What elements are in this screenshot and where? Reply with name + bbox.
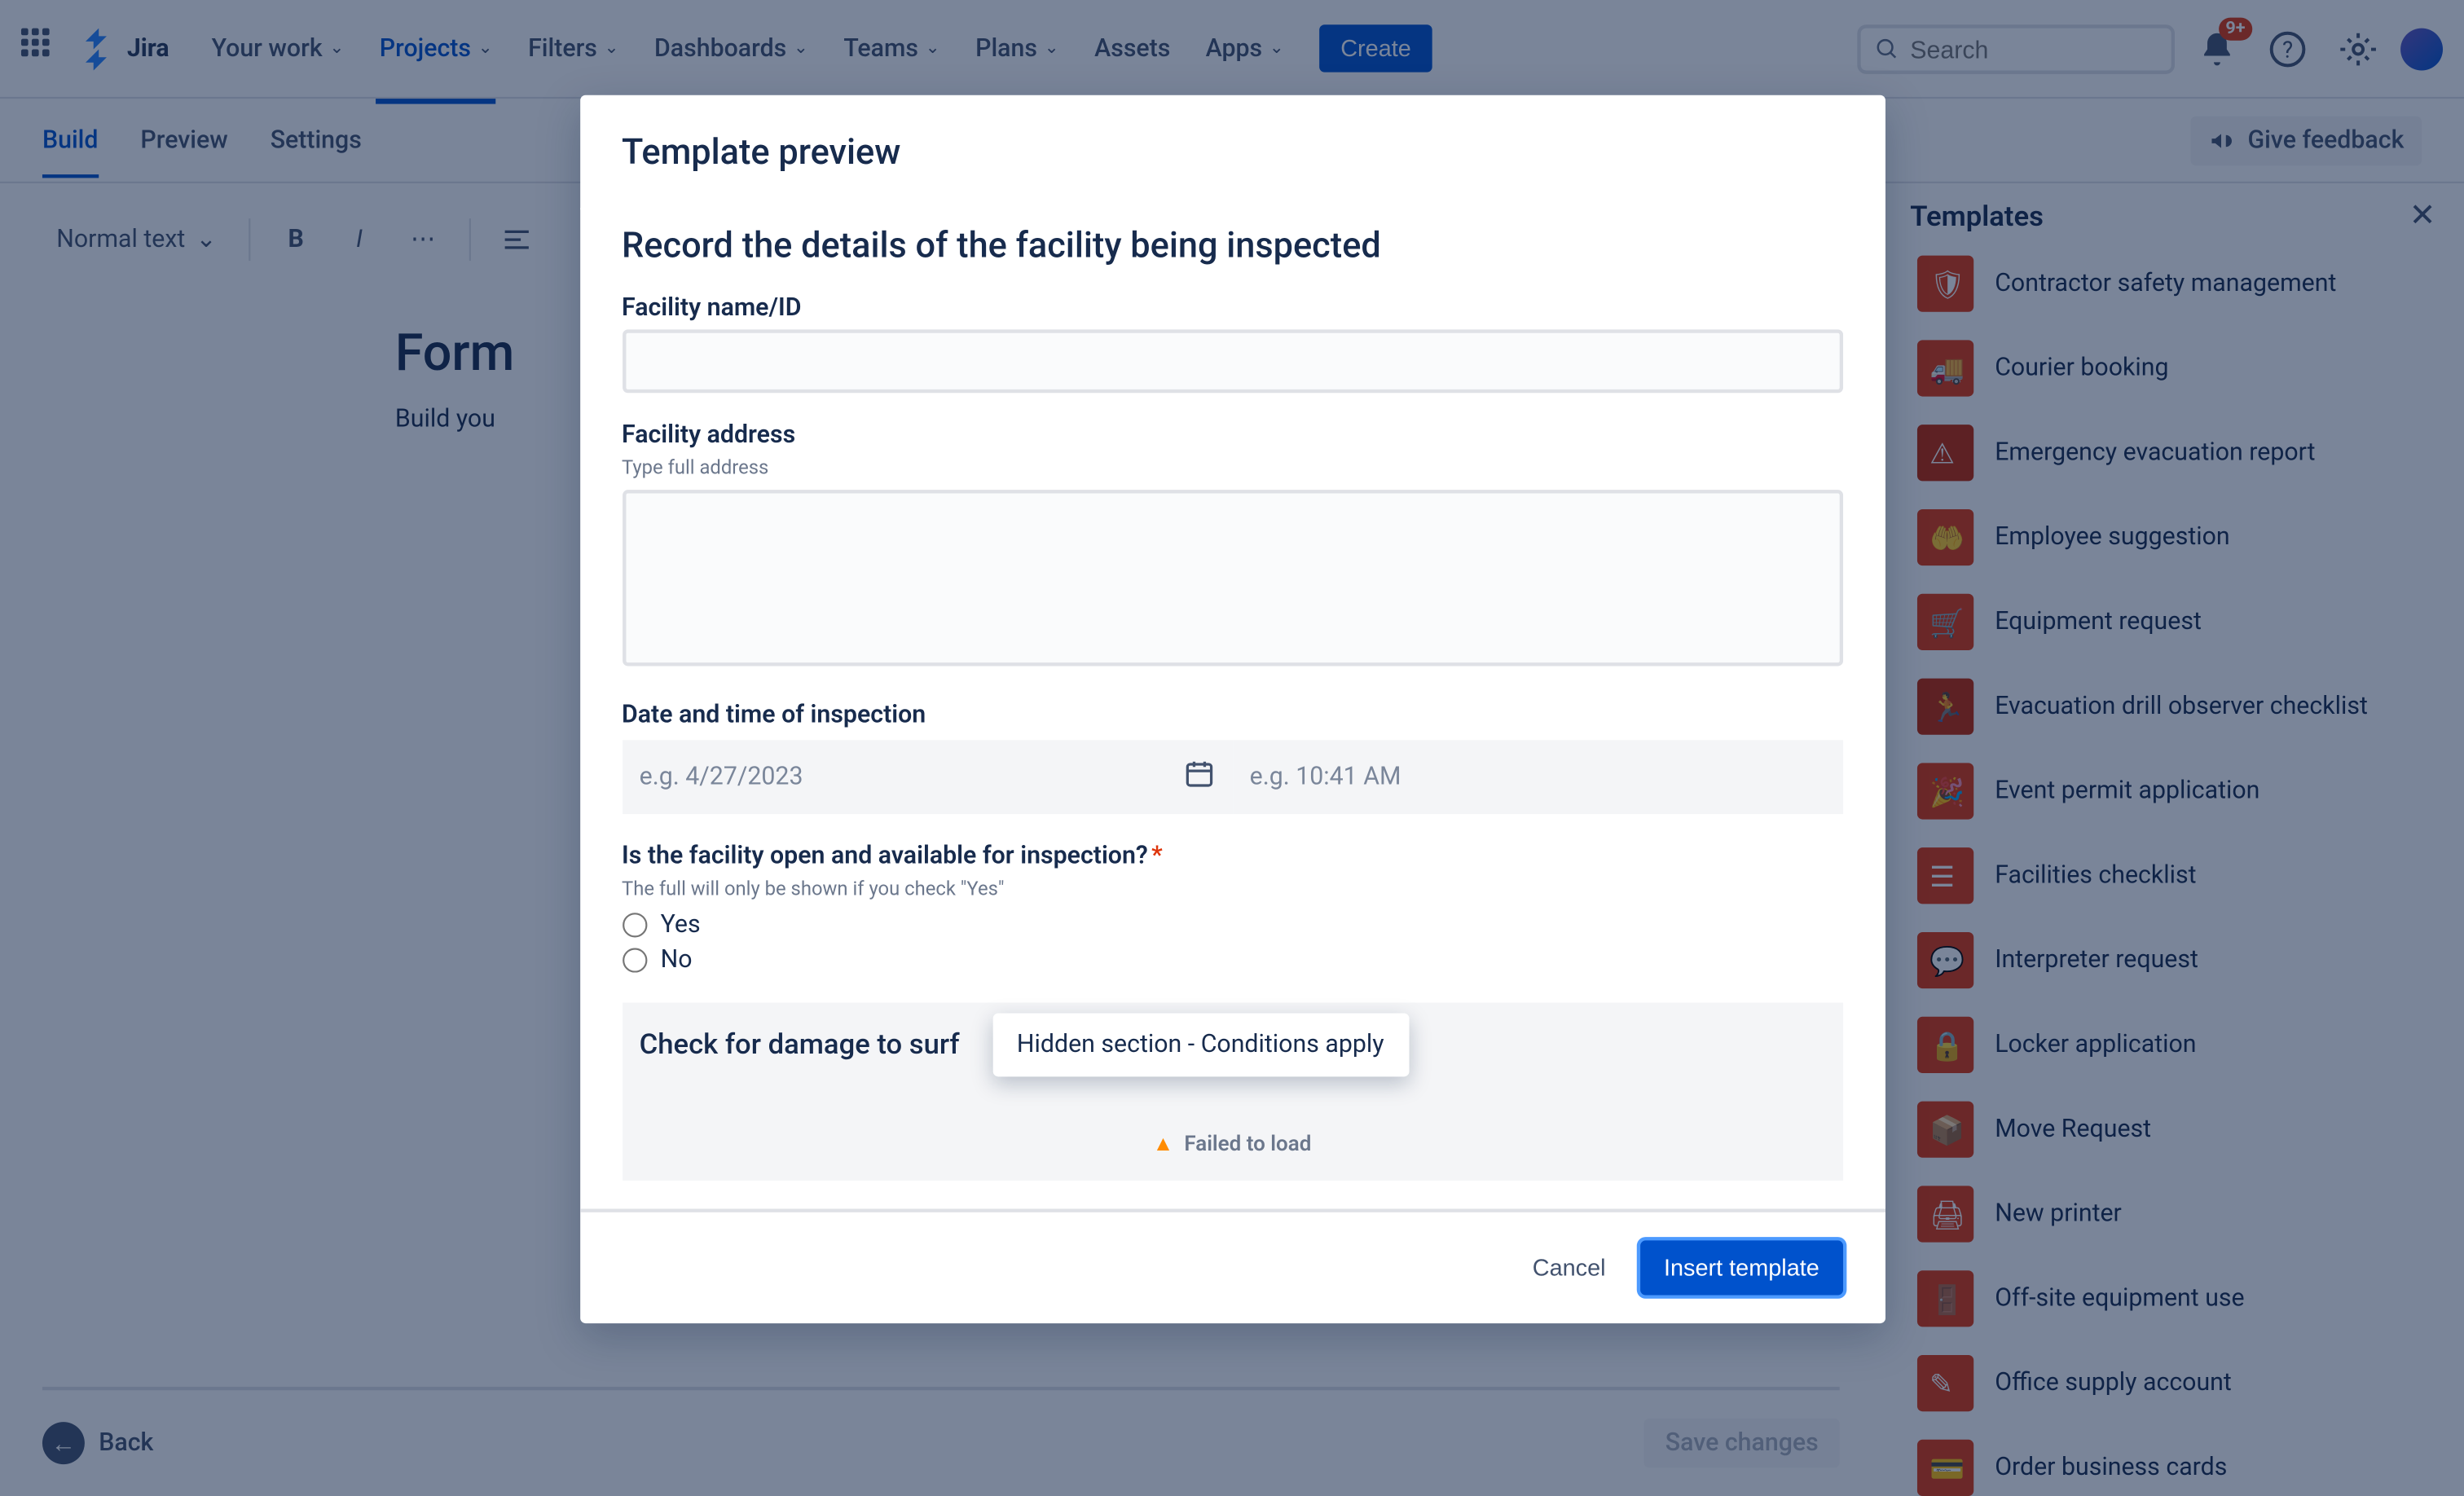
modal-footer: Cancel Insert template xyxy=(579,1209,1885,1324)
facility-name-label: Facility name/ID xyxy=(622,294,1842,323)
radio-yes-label: Yes xyxy=(661,911,701,939)
date-input[interactable]: e.g. 4/27/2023 xyxy=(622,740,1232,814)
radio-yes-row[interactable]: Yes xyxy=(622,911,1842,939)
radio-no-row[interactable]: No xyxy=(622,946,1842,975)
facility-open-label: Is the facility open and available for i… xyxy=(622,843,1842,871)
time-input[interactable]: e.g. 10:41 AM xyxy=(1232,740,1842,814)
insert-template-button[interactable]: Insert template xyxy=(1641,1240,1842,1295)
radio-no-label: No xyxy=(661,946,693,975)
modal-overlay[interactable]: Template preview Record the details of t… xyxy=(0,0,2464,1496)
facility-open-help: The full will only be shown if you check… xyxy=(622,878,1842,900)
facility-name-input[interactable] xyxy=(622,329,1842,393)
time-placeholder: e.g. 10:41 AM xyxy=(1250,763,1401,791)
radio-no[interactable] xyxy=(622,948,646,972)
section-heading: Record the details of the facility being… xyxy=(622,224,1842,266)
hidden-section: Check for damage to surf Hidden section … xyxy=(622,1002,1842,1180)
date-time-row: e.g. 4/27/2023 e.g. 10:41 AM xyxy=(622,740,1842,814)
calendar-icon xyxy=(1182,758,1214,797)
template-preview-modal: Template preview Record the details of t… xyxy=(579,95,1885,1323)
modal-title: Template preview xyxy=(579,95,1885,208)
radio-yes[interactable] xyxy=(622,913,646,937)
failed-to-load: ▲ Failed to load xyxy=(640,1131,1825,1155)
cancel-button[interactable]: Cancel xyxy=(1511,1240,1627,1295)
failed-text: Failed to load xyxy=(1184,1131,1311,1155)
facility-address-label: Facility address xyxy=(622,421,1842,450)
hidden-section-tooltip: Hidden section - Conditions apply xyxy=(992,1013,1409,1076)
facility-address-help: Type full address xyxy=(622,456,1842,479)
warning-icon: ▲ xyxy=(1153,1131,1174,1155)
date-time-label: Date and time of inspection xyxy=(622,702,1842,730)
date-placeholder: e.g. 4/27/2023 xyxy=(640,763,803,791)
modal-body: Record the details of the facility being… xyxy=(579,208,1885,1208)
facility-address-input[interactable] xyxy=(622,490,1842,666)
